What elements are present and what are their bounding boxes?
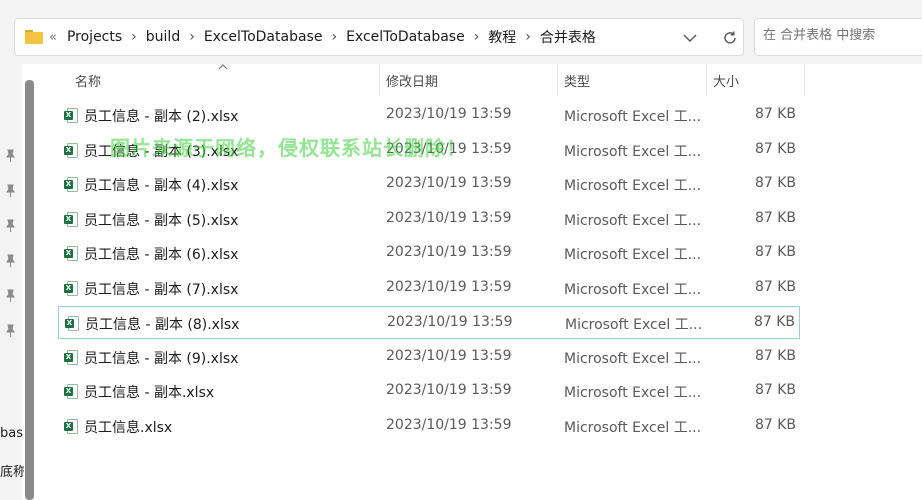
file-row[interactable]: X 员工信息 - 副本 (4).xlsx 2023/10/19 13:59 Mi… [58, 168, 800, 201]
pin-icon[interactable] [4, 183, 16, 197]
watermark-text: 图片来源于网络，侵权联系站长删除！ [110, 136, 467, 160]
search-box[interactable] [754, 18, 922, 56]
file-row[interactable]: X 员工信息 - 副本 (7).xlsx 2023/10/19 13:59 Mi… [58, 272, 800, 305]
file-date: 2023/10/19 13:59 [386, 106, 512, 122]
pin-icon[interactable] [4, 148, 16, 162]
breadcrumb-item-merge-tables[interactable]: 合并表格 [540, 27, 596, 47]
chevron-right-icon[interactable]: › [465, 29, 489, 45]
search-input[interactable] [763, 28, 922, 43]
sort-up-icon [218, 60, 228, 73]
excel-file-icon: X [64, 211, 78, 227]
file-type: Microsoft Excel 工... [564, 178, 702, 194]
file-size: 87 KB [754, 278, 796, 295]
file-row[interactable]: X 员工信息.xlsx 2023/10/19 13:59 Microsoft E… [58, 410, 800, 443]
file-row[interactable]: X 员工信息 - 副本.xlsx 2023/10/19 13:59 Micros… [58, 375, 800, 408]
file-date: 2023/10/19 13:59 [386, 278, 512, 295]
column-header-name[interactable]: 名称 [75, 71, 101, 90]
file-size: 87 KB [754, 382, 796, 398]
pin-icon[interactable] [4, 253, 16, 267]
excel-file-icon: X [64, 280, 78, 296]
pin-icon[interactable] [4, 218, 16, 232]
breadcrumb: « Projects › build › ExcelToDatabase › E… [49, 19, 596, 55]
excel-file-icon: X [64, 349, 78, 365]
file-name: 员工信息 - 副本 (9).xlsx [84, 350, 239, 367]
chevron-down-icon[interactable] [679, 27, 701, 49]
file-name: 员工信息 - 副本 (4).xlsx [84, 178, 239, 194]
chevron-right-icon[interactable]: › [180, 29, 204, 45]
pin-icon[interactable] [4, 323, 16, 337]
column-header-size[interactable]: 大小 [713, 71, 739, 90]
file-size: 87 KB [754, 140, 796, 157]
file-row-selected[interactable]: X 员工信息 - 副本 (8).xlsx 2023/10/19 13:59 Mi… [58, 306, 800, 339]
excel-file-icon: X [64, 177, 78, 192]
file-date: 2023/10/19 13:59 [386, 175, 512, 191]
excel-file-icon: X [64, 108, 78, 123]
chevron-right-icon[interactable]: › [122, 29, 146, 45]
refresh-icon[interactable] [719, 27, 741, 49]
breadcrumb-item-exceltodatabase[interactable]: ExcelToDatabase [204, 29, 323, 45]
file-type: Microsoft Excel 工... [564, 212, 702, 229]
file-name: 员工信息 - 副本 (7).xlsx [84, 281, 239, 298]
file-name: 员工信息 - 副本.xlsx [84, 385, 215, 401]
file-row[interactable]: X 员工信息 - 副本 (6).xlsx 2023/10/19 13:59 Mi… [58, 237, 800, 270]
file-type: Microsoft Excel 工... [564, 109, 702, 125]
column-divider[interactable] [557, 64, 558, 96]
column-divider[interactable] [706, 64, 707, 96]
file-date: 2023/10/19 13:59 [386, 209, 512, 226]
excel-file-icon: X [64, 246, 78, 261]
navigation-pane: bas 底称 [0, 64, 26, 500]
excel-file-icon: X [64, 418, 78, 434]
breadcrumb-item-tutorial[interactable]: 教程 [488, 27, 516, 47]
file-size: 87 KB [754, 416, 796, 433]
excel-file-icon: X [64, 384, 78, 399]
file-name: 员工信息 - 副本 (6).xlsx [84, 247, 239, 263]
breadcrumb-item-projects[interactable]: Projects [67, 29, 122, 45]
breadcrumb-overflow[interactable]: « [49, 30, 67, 45]
breadcrumb-item-build[interactable]: build [146, 29, 180, 45]
file-type: Microsoft Excel 工... [564, 385, 702, 401]
top-bar: « Projects › build › ExcelToDatabase › E… [0, 0, 922, 64]
address-bar[interactable]: « Projects › build › ExcelToDatabase › E… [14, 18, 744, 56]
file-date: 2023/10/19 13:59 [386, 382, 512, 398]
column-divider[interactable] [804, 64, 805, 96]
file-size: 87 KB [754, 175, 796, 191]
nav-item-fragment[interactable]: bas [0, 426, 23, 441]
file-date: 2023/10/19 13:59 [387, 314, 513, 330]
file-type: Microsoft Excel 工... [564, 419, 702, 436]
file-type: Microsoft Excel 工... [564, 143, 702, 160]
file-name: 员工信息 - 副本 (2).xlsx [84, 109, 239, 125]
file-row[interactable]: X 员工信息 - 副本 (5).xlsx 2023/10/19 13:59 Mi… [58, 203, 800, 236]
chevron-right-icon[interactable]: › [322, 29, 346, 45]
file-name: 员工信息.xlsx [84, 419, 173, 436]
nav-scrollbar-thumb[interactable] [25, 80, 34, 500]
file-size: 87 KB [754, 209, 796, 226]
file-date: 2023/10/19 13:59 [386, 347, 512, 364]
file-row[interactable]: X 员工信息 - 副本 (9).xlsx 2023/10/19 13:59 Mi… [58, 341, 800, 374]
file-size: 87 KB [754, 347, 796, 364]
nav-item-fragment[interactable]: 底称 [0, 461, 26, 480]
breadcrumb-item-exceltodatabase-2[interactable]: ExcelToDatabase [346, 29, 465, 45]
file-size: 87 KB [753, 314, 795, 330]
file-name: 员工信息 - 副本 (8).xlsx [85, 317, 240, 333]
pin-icon[interactable] [4, 288, 16, 302]
file-date: 2023/10/19 13:59 [386, 416, 512, 433]
file-type: Microsoft Excel 工... [564, 247, 702, 263]
file-size: 87 KB [754, 244, 796, 260]
chevron-right-icon[interactable]: › [516, 29, 540, 45]
file-type: Microsoft Excel 工... [564, 281, 702, 298]
column-header-type[interactable]: 类型 [564, 71, 590, 90]
folder-icon [25, 30, 43, 44]
file-size: 87 KB [754, 106, 796, 122]
column-header-date[interactable]: 修改日期 [386, 71, 438, 90]
column-header-row: 名称 修改日期 类型 大小 [40, 64, 922, 96]
file-name: 员工信息 - 副本 (5).xlsx [84, 212, 239, 229]
excel-file-icon: X [65, 316, 79, 331]
file-row[interactable]: X 员工信息 - 副本 (2).xlsx 2023/10/19 13:59 Mi… [58, 99, 800, 132]
file-type: Microsoft Excel 工... [565, 317, 703, 333]
excel-file-icon: X [64, 142, 78, 158]
column-divider[interactable] [379, 64, 380, 96]
file-date: 2023/10/19 13:59 [386, 244, 512, 260]
file-type: Microsoft Excel 工... [564, 350, 702, 367]
